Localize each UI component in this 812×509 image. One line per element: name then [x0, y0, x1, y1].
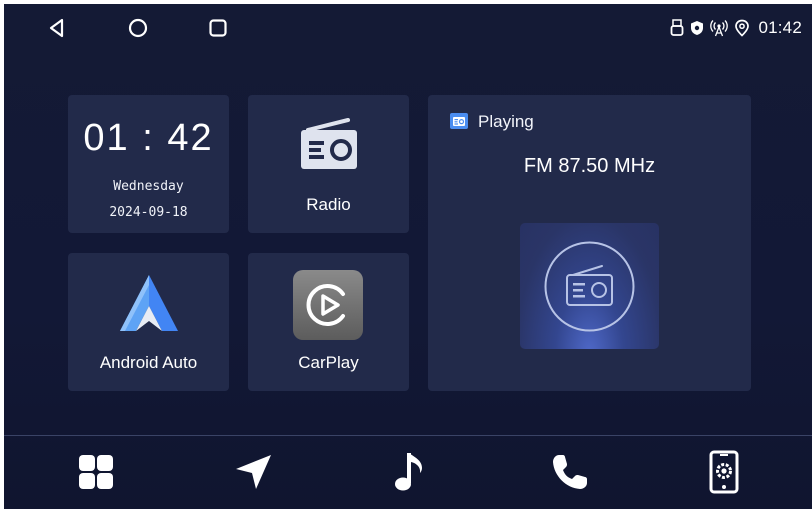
apps-grid-icon [79, 455, 113, 489]
home-icon [128, 18, 148, 38]
clock-weekday: Wednesday [113, 179, 184, 194]
playing-status: Playing [478, 112, 534, 131]
phone-icon [553, 455, 587, 489]
dock-music-button[interactable] [390, 450, 434, 494]
carplay-icon [293, 270, 363, 340]
back-button[interactable] [46, 17, 68, 39]
back-icon [49, 18, 64, 38]
now-playing-panel[interactable]: Playing FM 87.50 MHz [428, 95, 751, 391]
radio-art-icon [544, 241, 635, 332]
location-icon [735, 19, 750, 37]
home-button[interactable] [127, 17, 149, 39]
clock-widget: 01 : 42 Wednesday 2024-09-18 [68, 95, 229, 233]
clock-date: 2024-09-18 [109, 205, 188, 220]
radio-icon [301, 118, 357, 169]
status-time: 01:42 [758, 18, 802, 37]
navigation-icon [236, 455, 271, 489]
carplay-app-label: CarPlay [298, 353, 359, 372]
radio-app-label: Radio [306, 195, 351, 214]
music-icon [395, 453, 422, 491]
clock-time: 01 : 42 [83, 117, 214, 159]
dock-phone-button[interactable] [548, 450, 592, 494]
usb-icon [671, 19, 684, 36]
dock-device-settings-button[interactable] [702, 450, 746, 494]
radio-badge-icon [450, 113, 468, 129]
android-auto-icon [120, 275, 178, 331]
phone-link-settings-icon [709, 450, 739, 494]
dock-apps-button[interactable] [74, 450, 118, 494]
hotspot-icon [710, 20, 729, 37]
carplay-app-tile[interactable]: CarPlay [248, 253, 409, 391]
station-frequency: FM 87.50 MHz [523, 155, 656, 177]
status-bar: 01:42 [670, 15, 802, 41]
shield-icon [691, 21, 704, 35]
android-auto-app-tile[interactable]: Android Auto [68, 253, 229, 391]
car-head-unit-screen: 01:42 01 : 42 Wednesday 2024-09-18 Radio… [4, 4, 812, 509]
album-art [520, 223, 659, 349]
dock-divider [4, 435, 812, 436]
dock-navigation-button[interactable] [231, 450, 275, 494]
recents-icon [209, 19, 227, 37]
recents-button[interactable] [207, 17, 229, 39]
android-auto-app-label: Android Auto [99, 353, 198, 372]
radio-app-tile[interactable]: Radio [248, 95, 409, 233]
